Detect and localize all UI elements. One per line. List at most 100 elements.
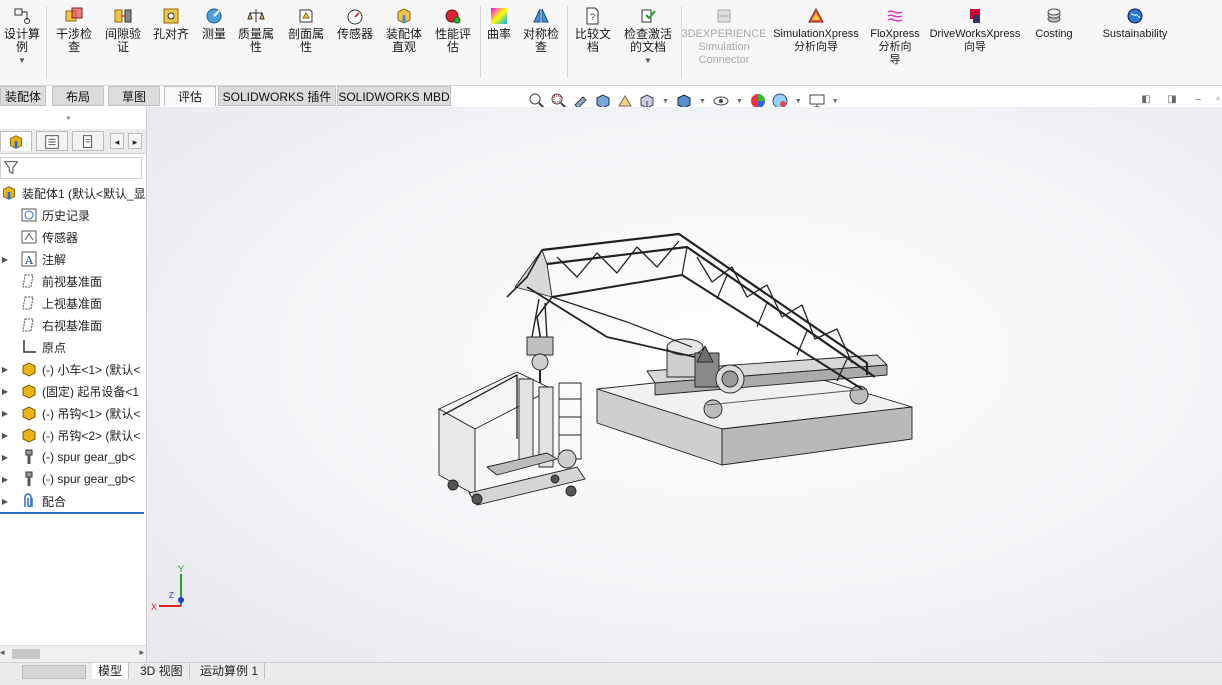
expand-arrow-icon[interactable]: ▶	[0, 365, 10, 374]
feature-manager-panel: ● ◂ ▸ 装配体1 (默认<默认_显 历史记录 传感器 ▶ A 注解 前视基准…	[0, 107, 147, 662]
tree-item-label: 右视基准面	[42, 318, 103, 333]
expand-arrow-icon[interactable]: ▶	[0, 497, 10, 506]
triad-x-label: X	[151, 602, 157, 612]
assembly-visualization-button[interactable]: 装配体 直观	[382, 6, 426, 54]
measure-button[interactable]: 测量	[198, 6, 230, 41]
restore-icon[interactable]: ▫	[1212, 94, 1222, 106]
plane-icon	[22, 318, 34, 332]
expand-arrow-icon[interactable]: ▶	[0, 453, 10, 462]
assembly-icon	[3, 186, 15, 200]
chevron-down-icon[interactable]: ▼	[662, 98, 669, 105]
design-study-button[interactable]: 设计算 例 ▼	[2, 6, 42, 67]
tree-item-label: 前视基准面	[42, 274, 103, 289]
tree-item-top-plane[interactable]: 上视基准面	[0, 293, 146, 313]
hole-alignment-button[interactable]: 孔对齐	[150, 6, 192, 41]
simulationxpress-button[interactable]: SimulationXpress 分析向导	[768, 6, 864, 54]
expand-arrow-icon[interactable]: ▶	[0, 409, 10, 418]
subassembly-icon	[22, 406, 36, 421]
previous-pane-icon[interactable]: ◧	[1140, 94, 1152, 106]
mass-properties-button[interactable]: 质量属 性	[234, 6, 278, 54]
graphics-area[interactable]: Y X Z	[147, 107, 1222, 662]
expand-arrow-icon[interactable]: ▶	[0, 475, 10, 484]
plane-icon	[22, 296, 34, 310]
compare-documents-button[interactable]: ? 比较文 档	[570, 6, 616, 54]
command-tabs: 装配体 布局 草图 评估 SOLIDWORKS 插件 SOLIDWORKS MB…	[0, 86, 460, 107]
expand-arrow-icon[interactable]: ▶	[0, 387, 10, 396]
assembly-visual-icon	[397, 8, 411, 24]
tree-item-front-plane[interactable]: 前视基准面	[0, 271, 146, 291]
next-pane-icon[interactable]: ◨	[1166, 94, 1178, 106]
subassembly-icon	[22, 362, 36, 377]
hole-alignment-icon	[163, 8, 179, 24]
tab-model[interactable]: 模型	[92, 663, 130, 679]
symmetry-check-button[interactable]: 对称检 查	[518, 6, 564, 54]
tab-evaluate[interactable]: 评估	[164, 86, 216, 106]
tab-layout[interactable]: 布局	[52, 86, 104, 106]
scrollbar-thumb[interactable]	[12, 649, 40, 659]
tab-feature-tree[interactable]	[0, 131, 32, 151]
annotation-icon: A	[21, 251, 37, 267]
scroll-left-icon[interactable]: ◂	[0, 647, 5, 658]
costing-button[interactable]: Costing	[1028, 6, 1080, 41]
flow-icon	[887, 10, 903, 22]
tree-item-component[interactable]: ▶ (-) 小车<1> (默认<	[0, 359, 146, 379]
chevron-down-icon[interactable]: ▼	[832, 98, 839, 105]
sensor-folder-icon	[21, 230, 37, 244]
rollback-bar[interactable]	[0, 512, 144, 514]
curvature-button[interactable]: 曲率	[484, 6, 514, 41]
expand-arrow-icon[interactable]: ▶	[0, 255, 10, 264]
minimize-icon[interactable]: –	[1192, 94, 1204, 106]
tree-item-component[interactable]: ▶ (-) 吊钩<2> (默认<	[0, 425, 146, 445]
horizontal-scrollbar[interactable]: ◂ ▸	[0, 645, 146, 662]
tree-root-assembly[interactable]: 装配体1 (默认<默认_显	[0, 183, 146, 203]
tree-item-origin[interactable]: 原点	[0, 337, 146, 357]
tab-3d-views[interactable]: 3D 视图	[134, 663, 190, 679]
interference-icon	[65, 7, 83, 22]
3dexperience-connector-button[interactable]: 3DEXPERIENCE Simulation Connector	[682, 6, 767, 67]
configuration-icon	[83, 135, 93, 148]
tab-sketch[interactable]: 草图	[108, 86, 160, 106]
tree-item-right-plane[interactable]: 右视基准面	[0, 315, 146, 335]
tree-item-label: 上视基准面	[42, 296, 103, 311]
expand-arrow-icon[interactable]: ▶	[0, 431, 10, 440]
tab-property-manager[interactable]	[36, 131, 68, 151]
section-icon	[299, 9, 313, 23]
compare-docs-icon: ?	[586, 7, 599, 25]
panel-grip-icon[interactable]: ●	[66, 113, 71, 122]
tab-configuration-manager[interactable]	[72, 131, 104, 151]
chevron-right-icon[interactable]: ▸	[128, 133, 142, 149]
interference-detection-button[interactable]: 干涉检 查	[52, 6, 96, 54]
tree-item-part[interactable]: ▶ (-) spur gear_gb<	[0, 469, 146, 489]
tree-item-mates[interactable]: ▶ 配合	[0, 491, 146, 511]
driveworksxpress-button[interactable]: DriveWorksXpress 向导	[926, 6, 1024, 54]
floxpress-button[interactable]: FloXpress 分析向 导	[866, 6, 924, 67]
chevron-left-icon[interactable]: ◂	[110, 133, 124, 149]
tree-item-component[interactable]: ▶ (固定) 起吊设备<1	[0, 381, 146, 401]
tab-assembly[interactable]: 装配体	[0, 86, 46, 106]
scroll-right-icon[interactable]: ▸	[139, 647, 144, 658]
tree-item-history[interactable]: 历史记录	[0, 205, 146, 225]
part-icon	[25, 449, 33, 464]
performance-evaluation-button[interactable]: 性能评 估	[430, 6, 476, 54]
sustainability-button[interactable]: Sustainability	[1094, 6, 1176, 41]
tree-item-label: 传感器	[42, 230, 79, 245]
ribbon-separator	[480, 6, 481, 78]
section-properties-button[interactable]: 剖面属 性	[284, 6, 328, 54]
clearance-verification-button[interactable]: 间隙验 证	[102, 6, 144, 54]
tree-item-part[interactable]: ▶ (-) spur gear_gb<	[0, 447, 146, 467]
tab-solidworks-mbd[interactable]: SOLIDWORKS MBD	[337, 86, 451, 106]
sensor-button[interactable]: 传感器	[332, 6, 378, 41]
check-active-document-button[interactable]: 检查激活 的文档 ▼	[618, 6, 678, 67]
chevron-down-icon[interactable]: ▼	[795, 98, 802, 105]
chevron-down-icon[interactable]: ▼	[699, 98, 706, 105]
tree-item-sensors[interactable]: 传感器	[0, 227, 146, 247]
costing-icon	[1047, 8, 1061, 23]
chevron-down-icon[interactable]: ▼	[736, 98, 743, 105]
scale-icon	[247, 9, 265, 22]
tab-solidworks-addins[interactable]: SOLIDWORKS 插件	[218, 86, 336, 106]
tab-scroll-buttons[interactable]	[22, 665, 86, 679]
tree-item-component[interactable]: ▶ (-) 吊钩<1> (默认<	[0, 403, 146, 423]
tree-filter[interactable]	[0, 157, 142, 179]
tree-item-annotations[interactable]: ▶ A 注解	[0, 249, 146, 269]
tab-motion-study[interactable]: 运动算例 1	[194, 663, 266, 679]
